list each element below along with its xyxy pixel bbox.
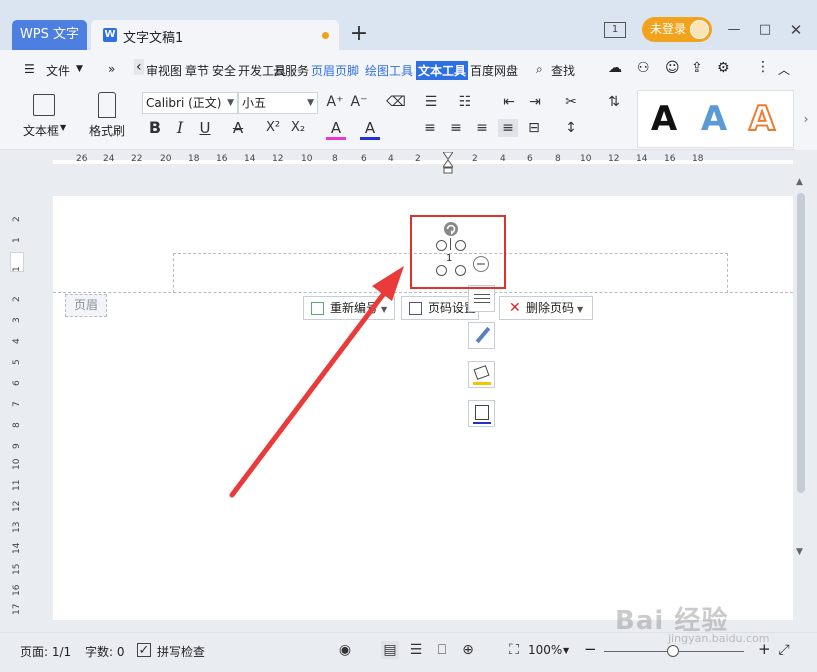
vertical-scrollbar[interactable]: ▲ ▼: [793, 175, 810, 632]
fit-page-icon[interactable]: ⛶: [505, 641, 523, 659]
web-view-icon[interactable]: ⊕: [459, 641, 477, 659]
page-view-icon[interactable]: ▤: [381, 641, 399, 659]
zoom-level[interactable]: 100%: [528, 643, 562, 657]
scroll-down-icon[interactable]: ▼: [796, 547, 803, 557]
zoom-slider-thumb[interactable]: [667, 645, 679, 657]
zoom-out-button[interactable]: −: [584, 640, 597, 658]
eye-protection-icon[interactable]: ◉: [336, 641, 354, 659]
reading-view-icon[interactable]: ⎕: [433, 641, 451, 659]
baidu-watermark-url: jingyan.baidu.com: [668, 632, 770, 645]
checkbox-icon[interactable]: ✓: [137, 643, 151, 657]
outline-view-icon[interactable]: ☰: [407, 641, 425, 659]
scrollbar-thumb[interactable]: [797, 193, 805, 493]
chevron-down-icon[interactable]: ▼: [563, 646, 569, 655]
scroll-up-icon[interactable]: ▲: [796, 177, 803, 187]
word-count[interactable]: 字数: 0: [85, 643, 125, 660]
page-count[interactable]: 页面: 1/1: [20, 643, 71, 660]
spell-check-label[interactable]: 拼写检查: [157, 643, 205, 660]
fullscreen-icon[interactable]: ⤢: [775, 641, 793, 659]
annotation-arrow-icon: [229, 266, 404, 498]
